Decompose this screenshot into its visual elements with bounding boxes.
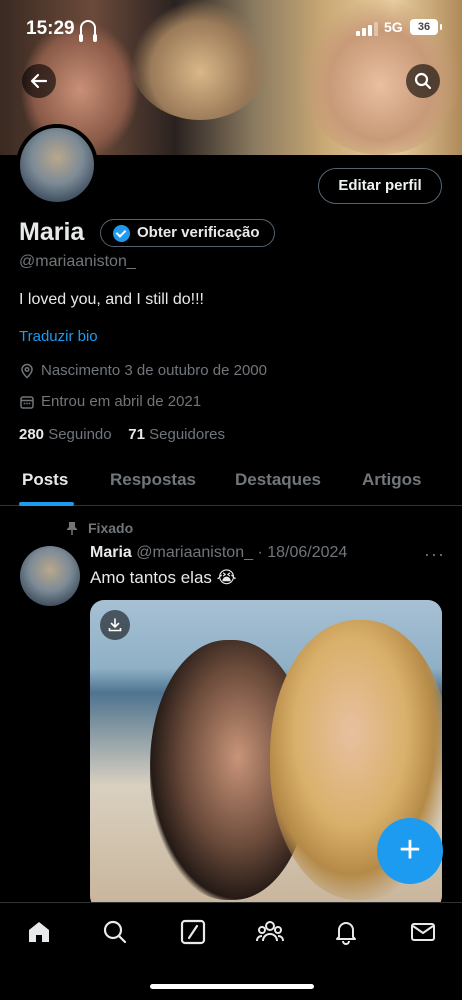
nav-communities[interactable] — [255, 917, 285, 947]
signal-icon — [356, 22, 378, 36]
home-icon — [29, 922, 49, 942]
followers-link[interactable]: 71 Seguidores — [128, 426, 225, 443]
profile-handle: @mariaaniston_ — [19, 253, 136, 270]
followers-label: Seguidores — [149, 426, 226, 443]
calendar-icon — [20, 395, 34, 409]
pin-icon — [67, 522, 77, 535]
more-options-button[interactable]: ··· — [424, 544, 445, 565]
search-button[interactable] — [406, 64, 440, 98]
nav-notifications[interactable] — [331, 917, 361, 947]
tab-replies[interactable]: Respostas — [110, 470, 196, 490]
birth-date-text: Nascimento 3 de outubro de 2000 — [41, 362, 267, 379]
profile-bio: I loved you, and I still do!!! — [19, 291, 204, 308]
get-verified-label: Obter verificação — [137, 224, 260, 241]
post-handle-date: @mariaaniston_ · 18/06/2024 — [136, 544, 348, 561]
back-button[interactable] — [22, 64, 56, 98]
bell-icon — [336, 922, 356, 945]
battery-icon: 36 — [410, 19, 442, 35]
nav-messages[interactable] — [408, 917, 438, 947]
status-bar: 15:29 5G 36 — [0, 14, 462, 44]
tab-posts[interactable]: Posts — [22, 470, 68, 490]
download-icon — [108, 618, 122, 632]
get-verified-button[interactable]: Obter verificação — [100, 219, 275, 247]
nav-explore[interactable] — [100, 917, 130, 947]
mail-icon — [411, 923, 435, 941]
status-time: 15:29 — [26, 18, 75, 39]
verified-badge-icon — [113, 225, 130, 242]
home-indicator — [150, 984, 314, 989]
search-icon — [414, 72, 432, 90]
post-author[interactable]: Maria — [90, 544, 132, 561]
follow-stats: 280 Seguindo 71 Seguidores — [19, 426, 225, 443]
download-button[interactable] — [100, 610, 130, 640]
nav-home[interactable] — [24, 917, 54, 947]
search-icon — [103, 920, 127, 944]
slash-box-icon — [180, 919, 206, 945]
followers-count: 71 — [128, 426, 145, 443]
profile-name: Maria — [19, 218, 85, 246]
location-pin-icon — [21, 363, 33, 379]
birth-date: Nascimento 3 de outubro de 2000 — [19, 362, 267, 379]
active-tab-indicator — [19, 502, 74, 506]
headphones-icon — [79, 20, 97, 42]
people-icon — [256, 921, 284, 942]
following-label: Seguindo — [48, 426, 112, 443]
following-link[interactable]: 280 Seguindo — [19, 426, 112, 443]
pinned-label: Fixado — [88, 520, 134, 536]
post-text: Amo tantos elas 😭 — [90, 568, 237, 587]
join-date: Entrou em abril de 2021 — [19, 393, 201, 410]
network-type: 5G — [384, 19, 403, 35]
tab-articles[interactable]: Artigos — [362, 470, 422, 490]
edit-profile-button[interactable]: Editar perfil — [318, 168, 442, 204]
post-avatar[interactable] — [20, 546, 80, 606]
compose-post-button[interactable]: + — [377, 818, 443, 884]
profile-avatar[interactable] — [16, 124, 98, 206]
translate-bio-link[interactable]: Traduzir bio — [19, 328, 98, 345]
tab-highlights[interactable]: Destaques — [235, 470, 321, 490]
following-count: 280 — [19, 426, 45, 443]
arrow-left-icon — [30, 73, 48, 89]
join-date-text: Entrou em abril de 2021 — [41, 393, 202, 410]
profile-tabs: Posts Respostas Destaques Artigos — [0, 460, 462, 506]
post-header: Maria @mariaaniston_ · 18/06/2024 — [90, 544, 347, 562]
pinned-indicator: Fixado — [66, 520, 133, 536]
nav-grok[interactable] — [178, 917, 208, 947]
